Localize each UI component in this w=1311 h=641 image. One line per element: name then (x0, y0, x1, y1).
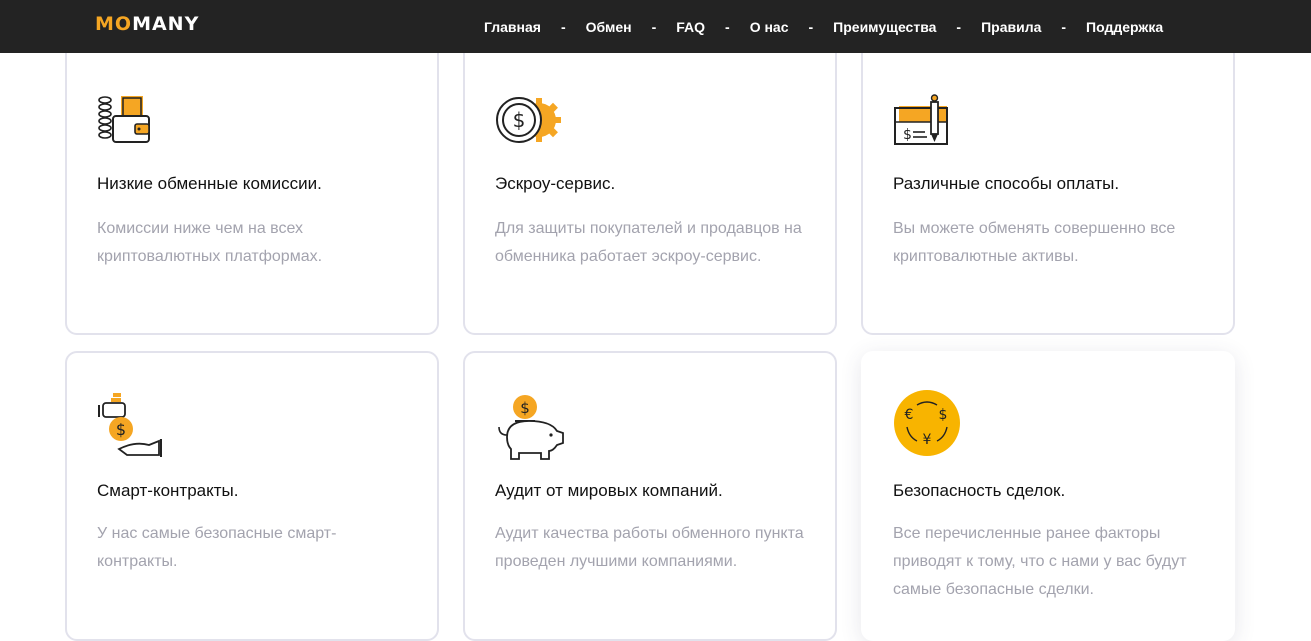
nav-advantages[interactable]: Преимущества (833, 19, 936, 35)
feature-card-low-fees: Низкие обменные комиссии. Комиссии ниже … (65, 20, 439, 335)
nav-separator: - (1061, 18, 1067, 35)
nav-separator: - (651, 18, 657, 35)
top-navbar: MOMANY Главная - Обмен - FAQ - О нас - П… (0, 0, 1311, 53)
svg-text:$: $ (903, 127, 912, 143)
nav-separator: - (956, 18, 962, 35)
svg-text:¥: ¥ (923, 432, 932, 448)
piggy-bank-icon: $ (498, 395, 564, 460)
logo[interactable]: MOMANY (95, 13, 199, 35)
feature-description: Комиссии ниже чем на всех криптовалютных… (97, 220, 323, 265)
logo-text: MANY (132, 13, 200, 35)
logo-accent: MO (95, 13, 133, 35)
feature-title: Аудит от мировых компаний. (495, 481, 723, 500)
nav-separator: - (808, 18, 814, 35)
feature-title: Низкие обменные комиссии. (97, 174, 322, 193)
feature-title: Различные способы оплаты. (893, 174, 1120, 193)
nav-about[interactable]: О нас (750, 19, 789, 35)
hand-coin-icon: $ (98, 393, 162, 457)
svg-text:$: $ (520, 399, 530, 417)
check-pen-icon: $ (894, 94, 948, 145)
feature-card-payment-methods: $ Различные способы оплаты. Вы можете об… (861, 20, 1235, 335)
feature-title: Безопасность сделок. (893, 481, 1066, 500)
feature-title: Смарт-контракты. (97, 481, 239, 500)
svg-text:$: $ (513, 108, 526, 132)
feature-description: У нас самые безопасные смарт-контракты. (97, 525, 337, 570)
feature-card-security: € $ ¥ Безопасность сделок. Все перечисле… (861, 351, 1235, 641)
nav-support[interactable]: Поддержка (1086, 19, 1163, 35)
nav-exchange[interactable]: Обмен (586, 19, 632, 35)
feature-description: Вы можете обменять совершенно все крипто… (893, 220, 1176, 265)
feature-description: Аудит качества работы обменного пункта п… (495, 525, 804, 570)
svg-text:$: $ (116, 420, 126, 439)
dollar-gear-icon: $ (496, 97, 561, 143)
nav-home[interactable]: Главная (484, 19, 541, 35)
feature-card-smart-contracts: $ Смарт-контракты. У нас самые безопасны… (65, 351, 439, 641)
currency-exchange-icon: € $ ¥ (894, 390, 960, 456)
svg-text:$: $ (939, 407, 948, 423)
feature-card-audit: $ Аудит от мировых компаний. Аудит качес… (463, 351, 837, 641)
feature-description: Для защиты покупателей и продавцов на об… (495, 220, 802, 265)
nav-rules[interactable]: Правила (981, 19, 1041, 35)
feature-title: Эскроу-сервис. (495, 174, 616, 193)
coins-wallet-icon (98, 96, 150, 143)
main-nav: Главная - Обмен - FAQ - О нас - Преимуще… (484, 0, 1163, 53)
feature-description: Все перечисленные ранее факторы приводят… (893, 525, 1187, 598)
nav-separator: - (560, 18, 566, 35)
nav-separator: - (725, 18, 730, 35)
svg-text:€: € (905, 407, 914, 423)
feature-card-escrow: $ Эскроу-сервис. Для защиты покупателей … (463, 20, 837, 335)
nav-faq[interactable]: FAQ (676, 19, 705, 35)
